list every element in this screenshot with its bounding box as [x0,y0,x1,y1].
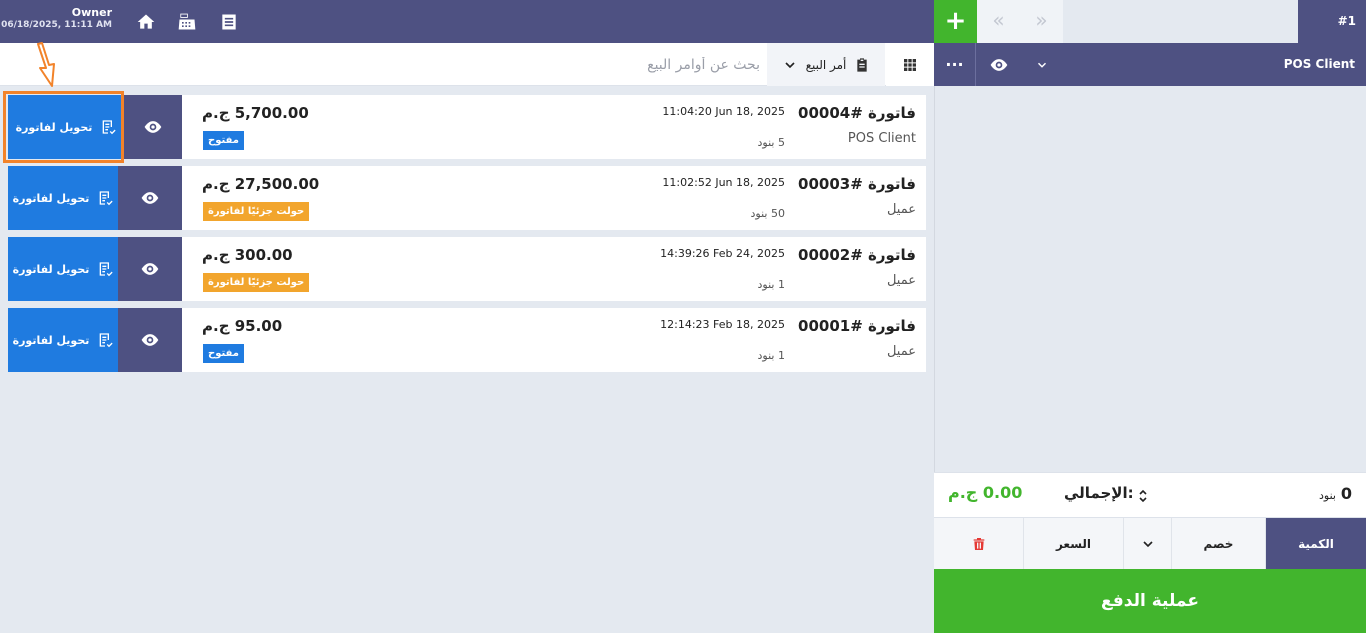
cash-register-icon[interactable] [177,12,197,32]
order-type-select[interactable]: أمر البيع [767,43,885,86]
invoice-convert-icon [100,262,113,277]
order-row[interactable]: تحويل لفاتورة 27,500.00 ج.م حولت جزئيًا لف… [8,166,926,230]
eye-icon [141,192,159,204]
status-badge: حولت جزئيًا لفاتورة [203,202,310,221]
more-options-button[interactable]: ... [934,43,976,86]
view-order-button[interactable] [124,95,182,159]
add-cart-button[interactable]: + [934,0,977,43]
owner-name: Owner [71,6,112,19]
top-bar: Owner 06/18/2025, 11:11 AM [0,0,934,43]
order-amount: 300.00 ج.م [202,246,293,264]
payment-button[interactable]: عملية الدفع [934,569,1366,633]
total-amount: 0.00 ج.م [948,483,1023,502]
eye-icon [141,263,159,275]
convert-label: تحويل لفاتورة [12,333,90,347]
client-bar: ... POS Client [934,43,1366,86]
grid-icon [904,58,916,71]
convert-to-invoice-button[interactable]: تحويل لفاتورة [8,166,118,230]
user-info[interactable]: Owner 06/18/2025, 11:11 AM [0,6,112,30]
status-badge: حولت جزئيًا لفاتورة [203,273,310,292]
chevron-down-icon [1142,540,1153,547]
view-order-button[interactable] [118,237,182,301]
status-badge: مفتوح [203,344,244,363]
search-input[interactable] [560,51,760,78]
view-order-button[interactable] [118,308,182,372]
convert-to-invoice-button[interactable]: تحويل لفاتورة [8,308,118,372]
convert-label: تحويل لفاتورة [12,191,90,205]
price-button[interactable]: السعر [1024,518,1124,569]
chevron-down-icon [1037,62,1047,68]
invoice-convert-icon [100,191,113,206]
eye-icon [990,58,1008,71]
clipboard-icon [857,57,868,72]
eye-icon [141,334,159,346]
highlight-box [3,91,124,163]
order-row[interactable]: تحويل لفاتورة 300.00 ج.م حولت جزئيًا لفاتو… [8,237,926,301]
view-order-button[interactable] [118,166,182,230]
cart-tab-bar: + « » #1 [934,0,1366,43]
trash-icon [973,537,984,550]
item-count: 0 [1340,484,1352,503]
list-icon[interactable] [219,12,239,32]
arrow-annotation-icon [37,42,55,87]
convert-to-invoice-button[interactable]: تحويل لفاتورة [8,237,118,301]
customer-name: POS Client [847,131,916,146]
customer-name: عميل [886,273,916,288]
customer-name: عميل [886,344,916,359]
home-icon[interactable] [136,12,156,32]
discount-dropdown-toggle[interactable] [1124,518,1172,569]
total-label: الإجمالي: [1064,484,1134,502]
cart-items-area [934,86,1366,472]
client-dropdown-toggle[interactable] [1030,43,1054,86]
chevron-down-icon [784,61,795,68]
invoice-number: فاتورة #00003 [798,175,916,193]
sort-icon[interactable] [1138,488,1148,504]
search-bar: أمر البيع [0,43,934,86]
cart-tab-current[interactable]: #1 [1298,0,1366,43]
invoice-number: فاتورة #00002 [798,246,916,264]
order-item-count: 1 بنود [757,278,785,291]
order-amount: 95.00 ج.م [202,317,283,335]
client-name[interactable]: POS Client [1284,43,1355,86]
grid-view-button[interactable] [886,43,934,86]
cart-total-row: 0.00 ج.م الإجمالي: 0 بنود [934,472,1366,518]
prev-tab-button[interactable]: « [977,0,1020,43]
order-datetime: 11:04:20 Jun 18, 2025 [662,105,785,118]
customer-name: عميل [886,202,916,217]
next-tab-button[interactable]: » [1020,0,1063,43]
order-item-count: 50 بنود [750,207,785,220]
current-datetime: 06/18/2025, 11:11 AM [1,20,112,30]
cart-action-row: السعر خصم الكمية [934,518,1366,569]
order-type-selected: أمر البيع [805,57,847,72]
delete-button[interactable] [934,518,1024,569]
order-row[interactable]: تحويل لفاتورة 5,700.00 ج.م مفتوح 11:04:20 J… [8,95,926,159]
order-item-count: 1 بنود [757,349,785,362]
status-badge: مفتوح [203,131,244,150]
item-count-label: بنود [1319,489,1336,502]
invoice-number: فاتورة #00004 [798,104,916,122]
eye-icon [144,121,162,133]
view-client-button[interactable] [977,43,1021,86]
order-amount: 5,700.00 ج.م [202,104,309,122]
order-datetime: 12:14:23 Feb 18, 2025 [660,318,785,331]
order-datetime: 11:02:52 Jun 18, 2025 [662,176,785,189]
order-datetime: 14:39:26 Feb 24, 2025 [660,247,785,260]
order-amount: 27,500.00 ج.م [202,175,320,193]
invoice-convert-icon [100,333,113,348]
order-item-count: 5 بنود [757,136,785,149]
order-row[interactable]: تحويل لفاتورة 95.00 ج.م مفتوح 12:14:23 Feb … [8,308,926,372]
discount-button[interactable]: خصم [1172,518,1266,569]
invoice-number: فاتورة #00001 [798,317,916,335]
convert-label: تحويل لفاتورة [12,262,90,276]
quantity-button[interactable]: الكمية [1266,518,1366,569]
